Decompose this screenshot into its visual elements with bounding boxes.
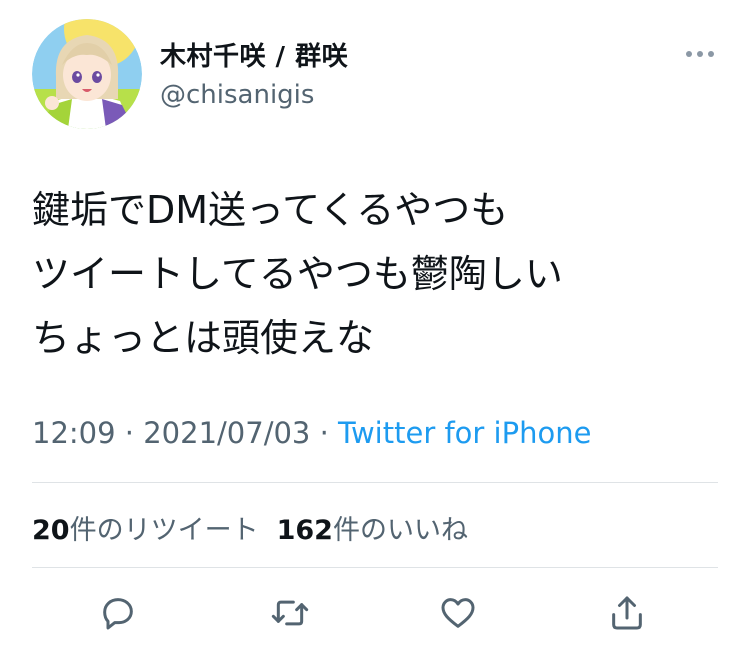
display-name[interactable]: 木村千咲 / 群咲: [160, 36, 348, 73]
likes-count: 162: [276, 515, 333, 546]
divider: [32, 567, 718, 568]
like-icon: [441, 598, 475, 628]
share-icon: [612, 596, 642, 630]
reply-icon: [103, 598, 133, 630]
tweet-line: ツイートしてるやつも鬱陶しい: [32, 252, 563, 296]
tweet-date[interactable]: 2021/07/03: [143, 416, 310, 450]
share-button[interactable]: [602, 588, 652, 638]
more-options-button[interactable]: [680, 40, 720, 68]
more-icon: [686, 51, 714, 57]
action-bar: [0, 588, 750, 638]
user-avatar-icon: [32, 19, 142, 129]
retweet-button[interactable]: [265, 588, 315, 638]
likes-label: 件のいいね: [332, 515, 468, 546]
avatar[interactable]: [32, 19, 142, 129]
tweet-meta: 12:09 · 2021/07/03 · Twitter for iPhone: [32, 416, 591, 450]
meta-separator: ·: [310, 416, 339, 450]
tweet-line: ちょっとは頭使えな: [32, 316, 375, 360]
divider: [32, 482, 718, 483]
user-handle[interactable]: @chisanigis: [160, 80, 314, 110]
tweet-line: 鍵垢でDM送ってくるやつも: [32, 188, 509, 232]
retweets-label: 件のリツイート: [69, 515, 259, 546]
retweets-count: 20: [32, 515, 70, 546]
retweets-stat[interactable]: 20件のリツイート: [32, 515, 259, 546]
tweet-source-link[interactable]: Twitter for iPhone: [338, 416, 591, 450]
tweet-stats: 20件のリツイート 162件のいいね: [32, 508, 468, 547]
tweet-time[interactable]: 12:09: [32, 416, 116, 450]
meta-separator: ·: [115, 416, 144, 450]
like-button[interactable]: [433, 588, 483, 638]
retweet-icon: [271, 600, 309, 626]
reply-button[interactable]: [93, 588, 143, 638]
tweet-text: 鍵垢でDM送ってくるやつも ツイートしてるやつも鬱陶しい ちょっとは頭使えな: [32, 178, 722, 370]
likes-stat[interactable]: 162件のいいね: [277, 515, 468, 546]
